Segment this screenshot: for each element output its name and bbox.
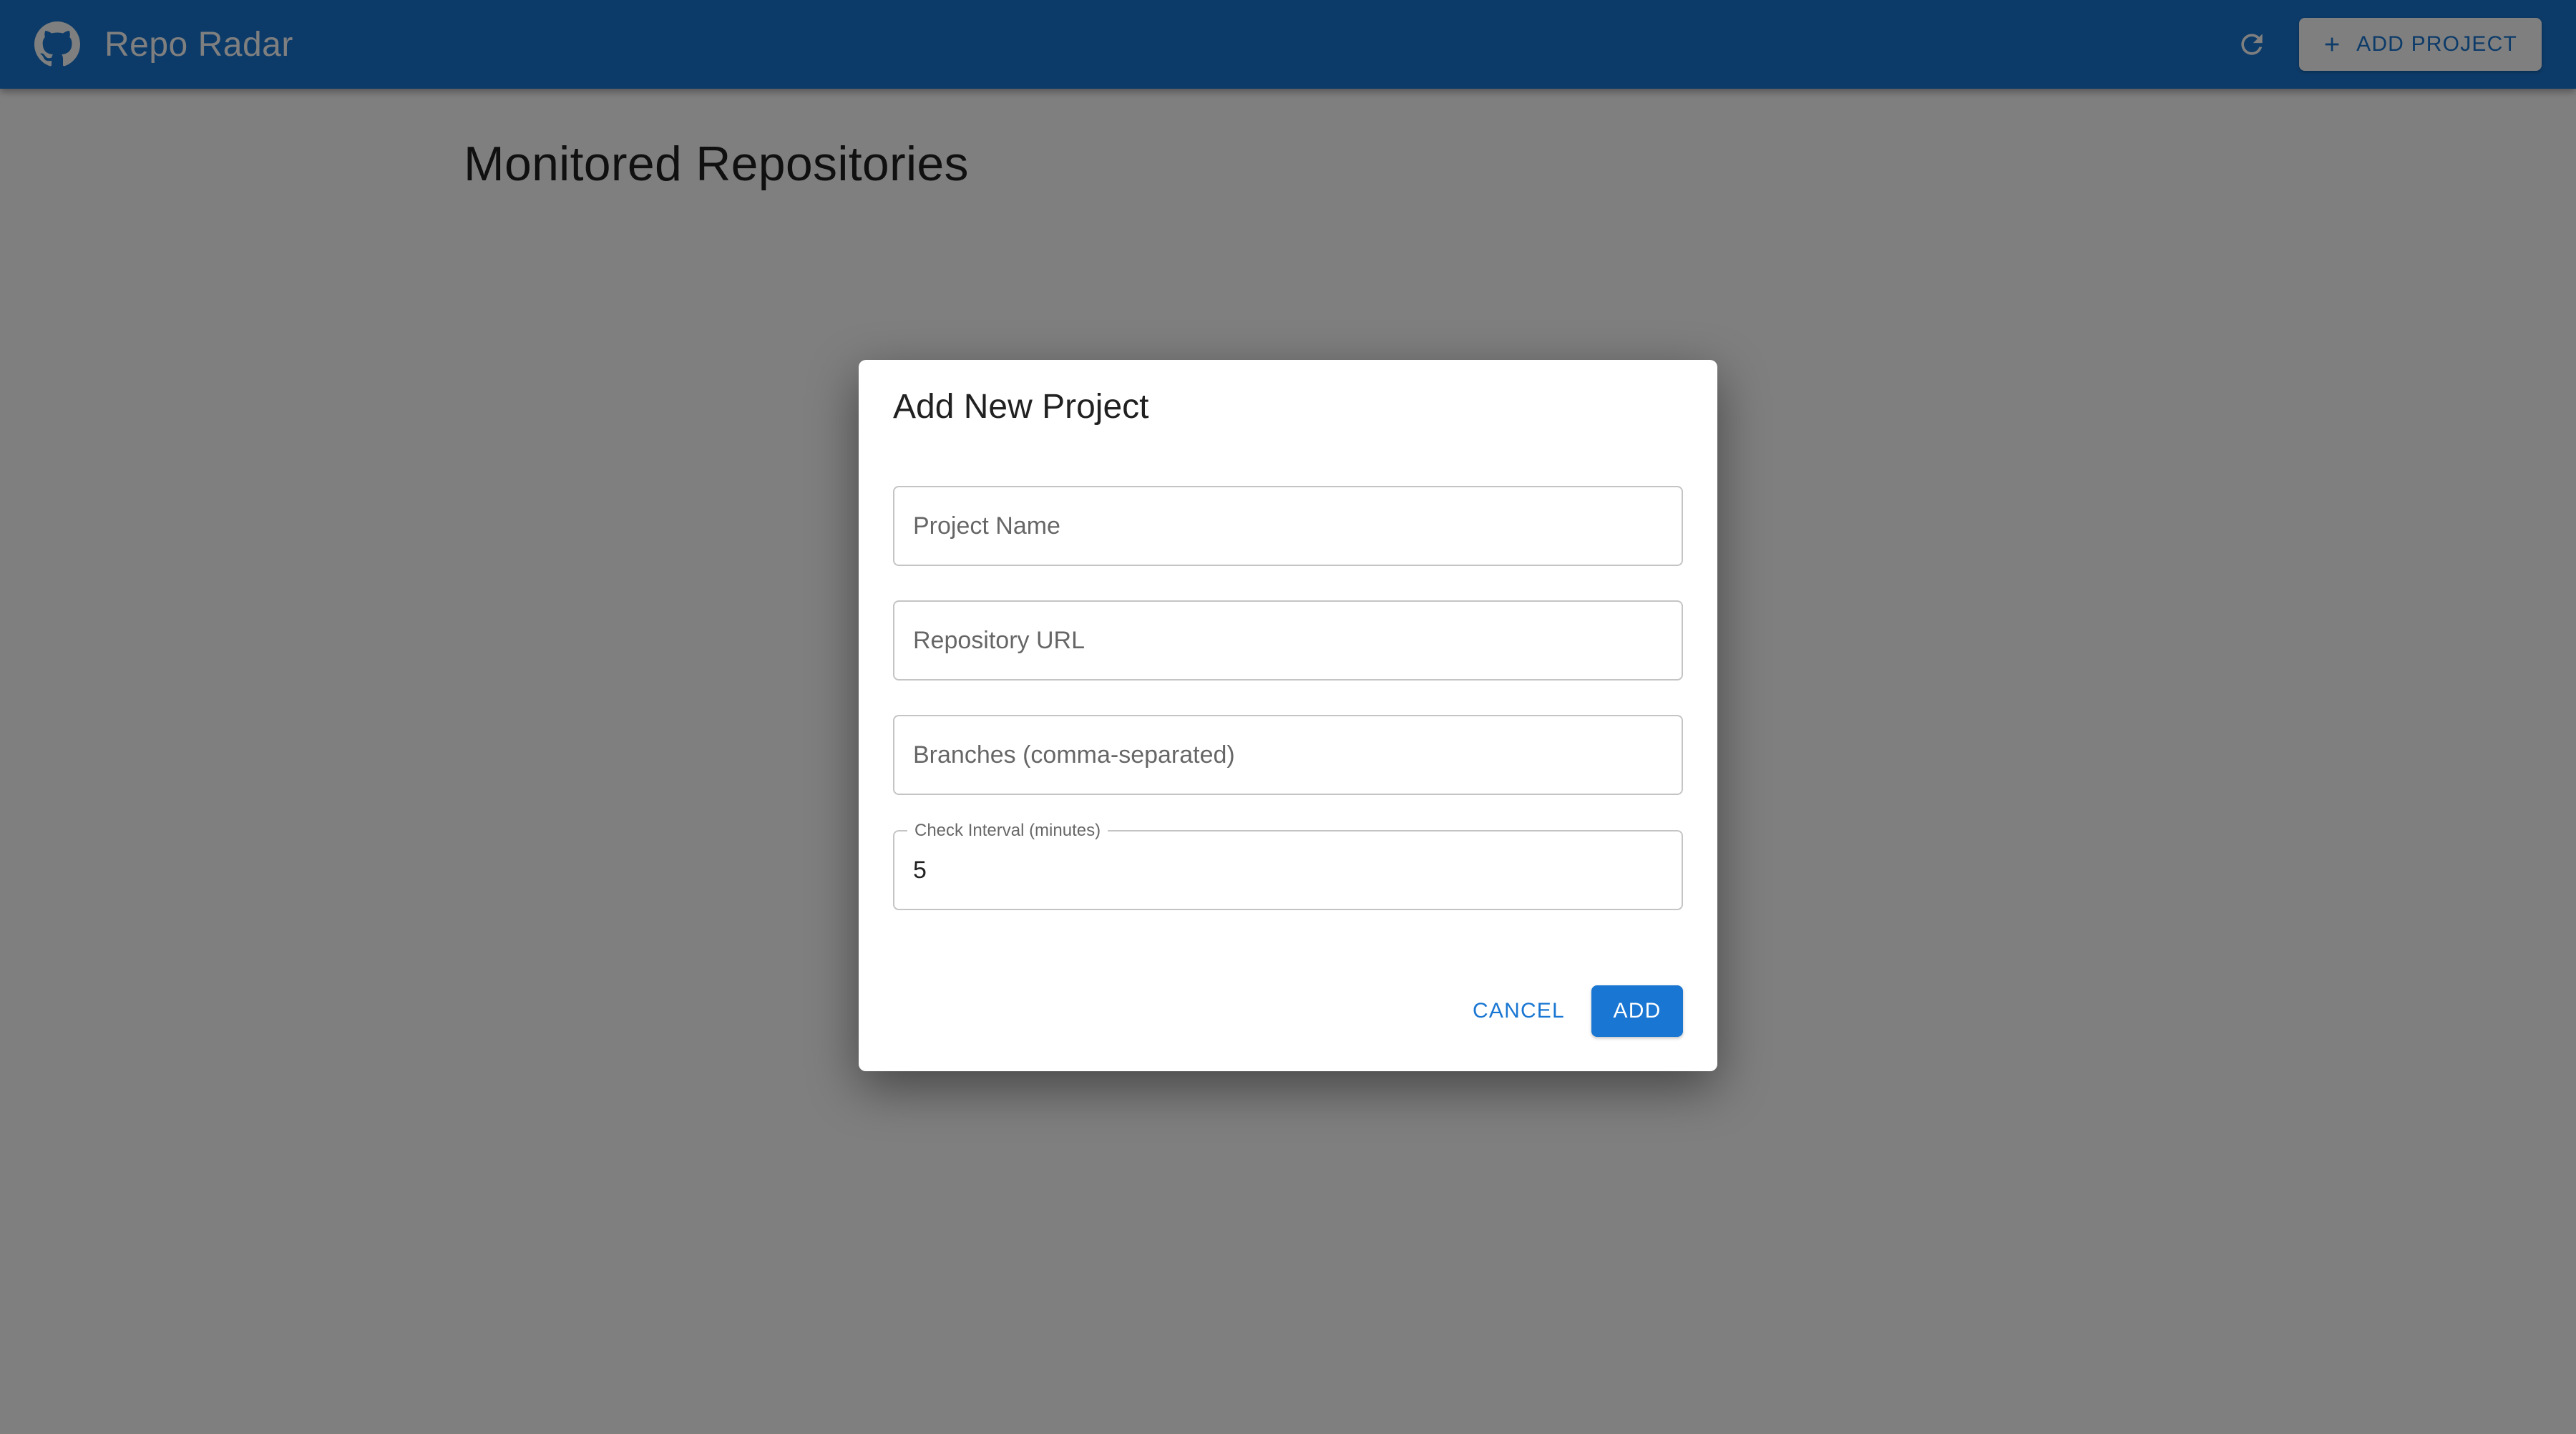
branches-field[interactable]: Branches (comma-separated)	[893, 715, 1683, 795]
branches-placeholder: Branches (comma-separated)	[913, 741, 1235, 769]
check-interval-label: Check Interval (minutes)	[907, 820, 1108, 842]
check-interval-field[interactable]: Check Interval (minutes) 5	[893, 820, 1683, 910]
project-name-placeholder: Project Name	[913, 512, 1060, 540]
repository-url-field[interactable]: Repository URL	[893, 600, 1683, 681]
project-name-field[interactable]: Project Name	[893, 486, 1683, 566]
cancel-button[interactable]: CANCEL	[1458, 985, 1579, 1037]
add-button[interactable]: ADD	[1591, 985, 1683, 1037]
check-interval-value: 5	[913, 857, 927, 884]
add-project-dialog: Add New Project Project Name Repository …	[859, 360, 1717, 1071]
dialog-title: Add New Project	[893, 388, 1149, 426]
repository-url-placeholder: Repository URL	[913, 627, 1085, 654]
